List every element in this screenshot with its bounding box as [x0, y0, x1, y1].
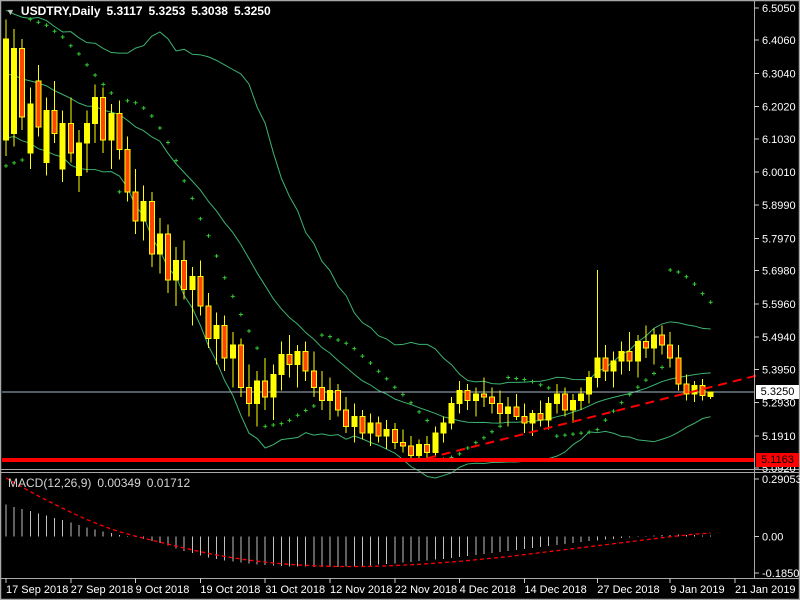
candles — [0, 19, 714, 460]
price-high-value: 5.3253 — [148, 4, 186, 18]
x-axis-label: 22 Nov 2018 — [395, 584, 457, 596]
y-axis-label: 5.4940 — [762, 332, 796, 344]
y-axis-label: 6.0010 — [762, 167, 796, 179]
x-axis-label: 9 Jan 2019 — [670, 584, 724, 596]
x-axis-label: 21 Jan 2019 — [735, 584, 796, 596]
x-axis-label: 27 Dec 2018 — [597, 584, 659, 596]
y-axis-label: 5.6980 — [762, 266, 796, 278]
macd-axis-label: -0.18507 — [762, 568, 800, 580]
x-axis-label: 19 Oct 2018 — [200, 584, 260, 596]
symbol-timeframe-label: USDTRY,Daily — [20, 4, 101, 18]
y-axis-label: 5.8990 — [762, 200, 796, 212]
y-axis-label: 6.3040 — [762, 68, 796, 80]
macd-axis-label: 0.29053 — [762, 474, 800, 486]
y-axis-label: 5.5960 — [762, 299, 796, 311]
y-axis-label: 6.2020 — [762, 102, 796, 114]
bollinger-bands — [5, 9, 711, 479]
y-axis-label: 6.5050 — [762, 3, 796, 15]
x-axis-label: 4 Dec 2018 — [460, 584, 516, 596]
y-axis-label: 5.1910 — [762, 431, 796, 443]
price-low-value: 5.3038 — [191, 4, 228, 18]
parabolic-sar-dots — [4, 17, 713, 462]
y-axis-label: 5.2930 — [762, 398, 796, 410]
x-axis-label: 31 Oct 2018 — [265, 584, 325, 596]
y-axis-label: 5.3950 — [762, 364, 796, 376]
macd-name: MACD(12,26,9) — [8, 476, 92, 490]
macd-signal-value: 0.01712 — [146, 476, 191, 490]
macd-histogram — [5, 504, 712, 568]
support-price-tag: 5.1163 — [756, 453, 799, 467]
bb-upper-band — [5, 9, 711, 385]
x-axis-label: 27 Sep 2018 — [71, 584, 133, 596]
bb-lower-band — [5, 135, 711, 479]
macd-indicator-label: MACD(12,26,9) 0.00349 0.01712 — [8, 476, 190, 490]
chart-canvas[interactable]: 6.5050 6.4060 6.3040 6.2020 6.1030 6.0010 5.89… — [0, 0, 800, 600]
y-axis-label: 6.4060 — [762, 35, 796, 47]
macd-main-value: 0.00349 — [97, 476, 141, 490]
window-frame — [0, 0, 800, 600]
price-close-value: 5.3250 — [233, 4, 271, 18]
bid-price-tag: 5.3250 — [756, 385, 799, 399]
symbol-dropdown-icon[interactable]: ▼ — [6, 7, 15, 17]
macd-axis-label: 0.00 — [762, 531, 783, 543]
chart-window[interactable]: 6.5050 6.4060 6.3040 6.2020 6.1030 6.0010 5.89… — [0, 0, 800, 600]
macd-signal-line — [5, 477, 711, 568]
x-axis-label: 14 Dec 2018 — [524, 584, 586, 596]
y-axis-label: 5.7970 — [762, 233, 796, 245]
symbol-header: ▼ USDTRY,Daily 5.3117 5.3253 5.3038 5.3250 — [6, 4, 271, 18]
x-axis-label: 9 Oct 2018 — [136, 584, 190, 596]
x-axis-label: 12 Nov 2018 — [330, 584, 392, 596]
price-open-value: 5.3117 — [106, 4, 143, 18]
y-axis-label: 6.1030 — [762, 134, 796, 146]
x-axis-label: 17 Sep 2018 — [6, 584, 68, 596]
